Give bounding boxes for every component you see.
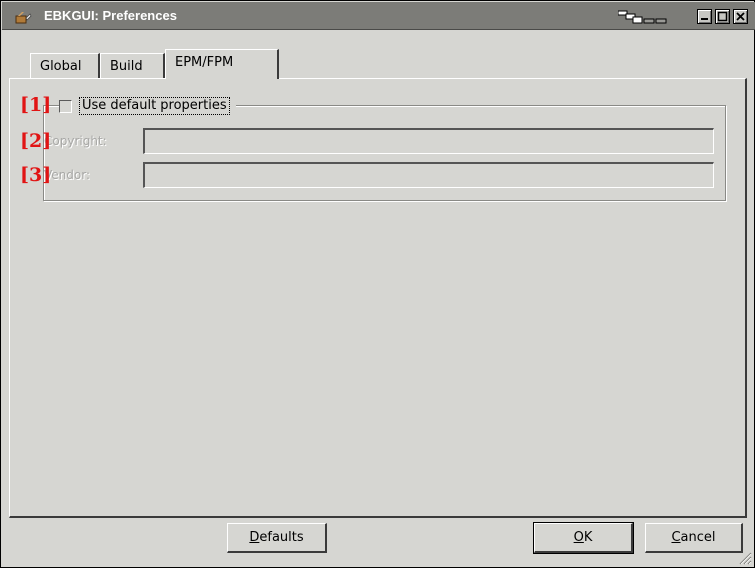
copyright-label: Copyright: xyxy=(44,134,107,148)
ok-button[interactable]: OK xyxy=(533,522,634,554)
tab-global-label: Global xyxy=(40,59,82,74)
tab-global[interactable]: Global xyxy=(30,53,100,79)
maximize-button[interactable] xyxy=(715,9,730,24)
close-button[interactable] xyxy=(733,9,748,24)
minimize-button[interactable] xyxy=(697,9,712,24)
vendor-field[interactable] xyxy=(143,162,714,188)
pager-icon[interactable] xyxy=(617,10,668,24)
defaults-label-rest: efaults xyxy=(259,530,304,545)
cancel-label-rest: ancel xyxy=(680,530,716,545)
maximize-icon xyxy=(717,11,728,22)
cancel-mnemonic: C xyxy=(671,530,681,545)
cancel-button[interactable]: Cancel xyxy=(645,523,743,553)
resize-grip-icon[interactable] xyxy=(736,549,752,565)
marker-2: [2] xyxy=(20,130,52,152)
ok-label-rest: K xyxy=(583,530,593,545)
defaults-button[interactable]: Defaults xyxy=(227,523,327,553)
use-default-properties-checkbox[interactable]: Use default properties xyxy=(59,95,236,117)
preferences-window: EBKGUI: Preferences Global Build EPM/FPM xyxy=(0,0,755,568)
tab-epm-fpm-label: EPM/FPM xyxy=(175,55,234,70)
tab-build[interactable]: Build xyxy=(100,53,165,79)
close-icon xyxy=(736,12,745,21)
tab-epm-fpm[interactable]: EPM/FPM xyxy=(165,49,279,79)
defaults-mnemonic: D xyxy=(249,530,260,545)
window-title: EBKGUI: Preferences xyxy=(44,8,177,23)
copyright-field[interactable] xyxy=(143,128,714,154)
ok-mnemonic: O xyxy=(573,530,584,545)
tab-build-label: Build xyxy=(110,59,143,74)
minimize-icon xyxy=(701,18,708,20)
title-bar[interactable]: EBKGUI: Preferences xyxy=(2,2,755,30)
marker-1: [1] xyxy=(20,94,52,116)
checkbox-box[interactable] xyxy=(59,99,72,113)
package-icon[interactable] xyxy=(14,9,32,25)
checkbox-label: Use default properties xyxy=(79,97,230,115)
marker-3: [3] xyxy=(20,164,52,186)
